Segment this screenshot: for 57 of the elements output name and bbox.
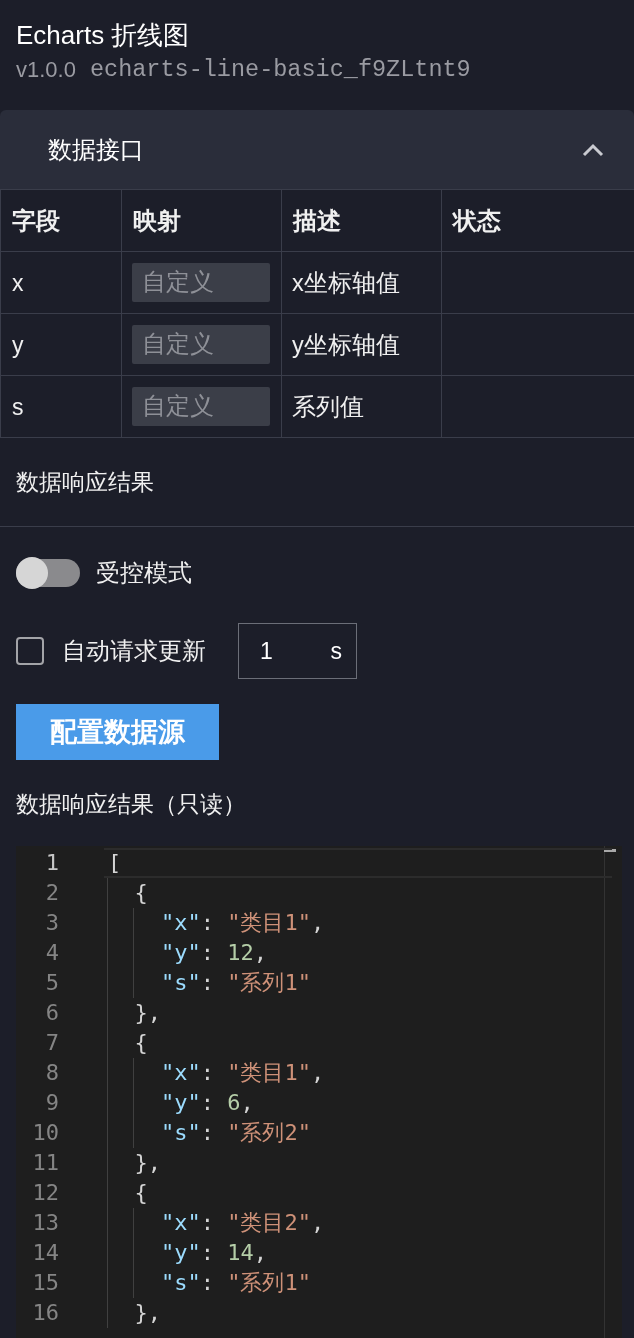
code-line: "y": 14, (160, 1240, 267, 1266)
line-number: 14 (32, 1239, 59, 1267)
line-number: 1 (45, 849, 59, 877)
line-number: 4 (45, 939, 59, 967)
component-id: echarts-line-basic_f9ZLtnt9 (89, 57, 471, 83)
line-number: 9 (45, 1089, 59, 1117)
code-line: "s": "系列1" (160, 970, 311, 996)
code-line: { (134, 1030, 148, 1056)
column-header: 状态 (453, 206, 501, 236)
mapping-input[interactable]: 自定义 (132, 325, 270, 364)
line-number: 5 (45, 969, 59, 997)
field-name: x (12, 268, 24, 298)
controlled-mode-toggle[interactable] (16, 557, 80, 589)
section-title: 数据响应结果（只读） (16, 791, 246, 817)
toggle-label: 受控模式 (96, 559, 192, 588)
code-line: }, (134, 1300, 161, 1326)
column-header: 映射 (133, 206, 181, 236)
code-line: { (134, 880, 148, 906)
line-number: 10 (32, 1119, 59, 1147)
code-line: "y": 6, (160, 1090, 254, 1116)
code-line: "x": "类目1", (160, 910, 325, 936)
line-number: 12 (32, 1179, 59, 1207)
column-header: 字段 (12, 206, 60, 236)
code-line: }, (134, 1150, 161, 1176)
code-line: "x": "类目2", (160, 1210, 325, 1236)
code-line: "y": 12, (160, 940, 267, 966)
mapping-input[interactable]: 自定义 (132, 263, 270, 302)
position-marker-icon (604, 849, 616, 852)
data-interface-header[interactable]: 数据接口 (0, 110, 634, 189)
field-description: x坐标轴值 (292, 268, 400, 298)
section-title: 数据响应结果 (16, 468, 154, 497)
field-name: s (12, 392, 24, 422)
checkbox-label: 自动请求更新 (62, 637, 206, 666)
line-number: 3 (45, 909, 59, 937)
interval-field[interactable]: 1 s (238, 623, 357, 679)
code-line: "s": "系列2" (160, 1120, 311, 1146)
code-line: [ (108, 850, 122, 876)
line-number: 6 (45, 999, 59, 1027)
component-title: Echarts 折线图 (16, 19, 190, 51)
auto-refresh-checkbox[interactable] (16, 637, 44, 665)
version-label: v1.0.0 (16, 57, 76, 83)
line-number: 11 (32, 1149, 59, 1177)
code-line: { (134, 1180, 148, 1206)
column-header: 描述 (293, 206, 341, 236)
line-number: 7 (45, 1029, 59, 1057)
mapping-input[interactable]: 自定义 (132, 387, 270, 426)
field-description: 系列值 (292, 392, 364, 422)
line-number: 2 (45, 879, 59, 907)
line-number: 8 (45, 1059, 59, 1087)
line-number: 13 (32, 1209, 59, 1237)
field-name: y (12, 330, 24, 360)
code-line: "s": "系列1" (160, 1270, 311, 1296)
code-line: }, (134, 1000, 161, 1026)
field-description: y坐标轴值 (292, 330, 400, 360)
line-number: 15 (32, 1269, 59, 1297)
code-line: "x": "类目1", (160, 1060, 325, 1086)
line-number: 16 (32, 1299, 59, 1327)
